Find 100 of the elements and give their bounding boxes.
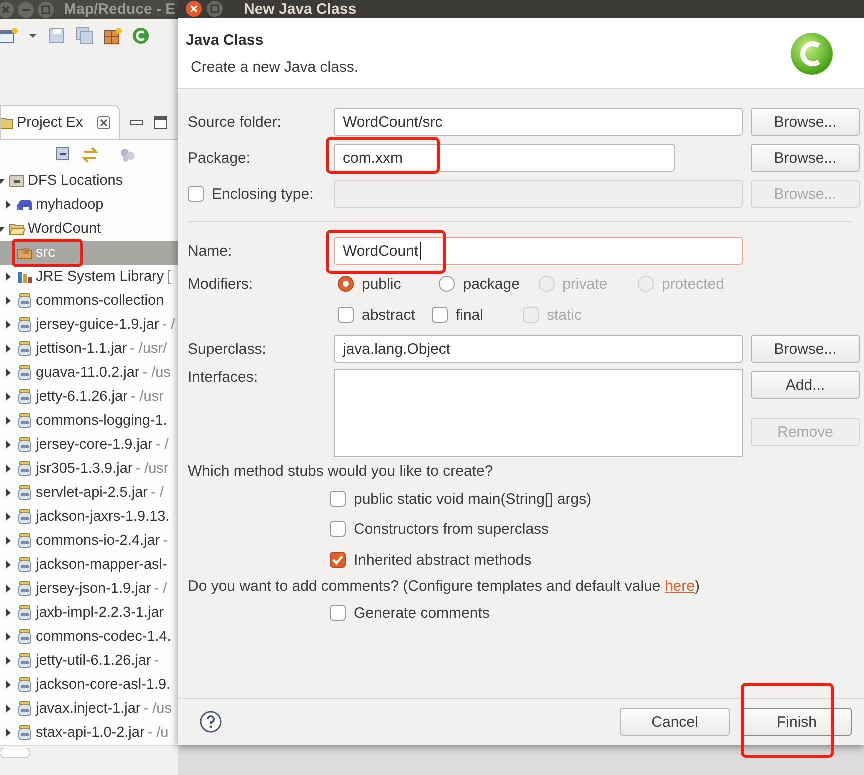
tree-item[interactable]: servlet-api-2.5.jar - / bbox=[0, 481, 178, 506]
question-text: Which method stubs would you like to create? bbox=[188, 462, 494, 482]
item-label: jersey-guice-1.9.jar bbox=[36, 317, 160, 334]
field-label: Name: bbox=[188, 242, 234, 260]
class-icon[interactable] bbox=[132, 27, 150, 46]
checkbox[interactable] bbox=[338, 307, 354, 323]
option-label: private bbox=[562, 276, 608, 292]
field-label: Interfaces: bbox=[188, 369, 260, 386]
tree-item[interactable]: stax-api-1.0-2.jar - /u bbox=[0, 721, 178, 746]
text-field[interactable]: WordCount bbox=[334, 237, 743, 265]
item-label: jersey-json-1.9.jar bbox=[36, 581, 152, 598]
item-path: - /usr/ bbox=[130, 341, 168, 358]
browse-button[interactable]: Browse... bbox=[751, 335, 860, 363]
tree-item[interactable]: myhadoop bbox=[0, 193, 178, 218]
item-label: commons-codec-1.4. bbox=[36, 629, 172, 646]
text-field[interactable]: java.lang.Object bbox=[334, 335, 743, 363]
checkbox[interactable] bbox=[432, 307, 448, 323]
tree-item[interactable]: javax.inject-1.jar - /us bbox=[0, 697, 178, 722]
tree-item[interactable]: commons-logging-1. bbox=[0, 409, 178, 434]
jar-icon bbox=[17, 293, 33, 310]
jar-icon bbox=[17, 533, 33, 550]
checkbox[interactable] bbox=[330, 552, 346, 568]
tree-item[interactable]: jackson-core-asl-1.9. bbox=[0, 673, 178, 698]
minimize-icon bbox=[18, 2, 34, 18]
jar-icon bbox=[17, 701, 33, 718]
list-button[interactable]: Add... bbox=[751, 371, 860, 399]
item-path: - /us bbox=[144, 701, 172, 718]
field-label: Enclosing type: bbox=[212, 186, 314, 202]
tree-item[interactable]: jettison-1.1.jar - /usr/ bbox=[0, 337, 178, 362]
jar-icon bbox=[17, 413, 33, 430]
view-tab[interactable]: Project Ex bbox=[0, 105, 120, 140]
close-icon[interactable] bbox=[186, 1, 202, 17]
dialog-button[interactable]: Finish bbox=[742, 708, 852, 736]
package-icon bbox=[17, 245, 33, 262]
option-label: public bbox=[362, 276, 402, 292]
item-label: guava-11.0.2.jar bbox=[36, 365, 140, 382]
item-path: - /usr bbox=[130, 389, 164, 406]
browse-button[interactable]: Browse... bbox=[751, 108, 860, 136]
text-field[interactable]: WordCount/src bbox=[334, 108, 743, 136]
jar-icon bbox=[17, 629, 33, 646]
item-path: - / bbox=[162, 317, 176, 334]
save-icon[interactable] bbox=[48, 27, 66, 46]
grid-icon[interactable] bbox=[104, 27, 122, 46]
tree-item[interactable]: jsr305-1.3.9.jar - /usr bbox=[0, 457, 178, 482]
radio-button[interactable] bbox=[338, 276, 354, 292]
option-label: package bbox=[463, 276, 520, 292]
jar-icon bbox=[17, 725, 33, 742]
maximize-icon[interactable] bbox=[154, 116, 168, 130]
class-icon bbox=[790, 32, 834, 76]
filter-icon bbox=[120, 146, 136, 163]
radio-button[interactable] bbox=[439, 276, 456, 292]
tree-item[interactable]: guava-11.0.2.jar - /us bbox=[0, 361, 178, 386]
jar-icon bbox=[17, 485, 33, 502]
tree-item[interactable]: jersey-guice-1.9.jar - / bbox=[0, 313, 178, 338]
checkbox[interactable] bbox=[330, 521, 346, 537]
item-path: - bbox=[163, 533, 168, 550]
tree-item[interactable]: jackson-jaxrs-1.9.13. bbox=[0, 505, 178, 530]
tree-item[interactable]: commons-io-2.4.jar - bbox=[0, 529, 178, 554]
tree-item[interactable]: JRE System Library [ bbox=[0, 265, 178, 290]
tree-item[interactable]: WordCount bbox=[0, 217, 178, 242]
tree-item[interactable]: jetty-util-6.1.26.jar - bbox=[0, 649, 178, 674]
page-heading: Java Class bbox=[186, 32, 265, 49]
window-title: Map/Reduce - E bbox=[64, 1, 176, 18]
jar-icon bbox=[17, 557, 33, 574]
item-path: [ bbox=[167, 269, 172, 286]
browse-button[interactable]: Browse... bbox=[751, 144, 860, 172]
option-label: protected bbox=[662, 276, 724, 292]
option-label: public static void main(String[] args) bbox=[354, 490, 592, 508]
new-window-icon[interactable] bbox=[0, 27, 18, 46]
close-icon[interactable] bbox=[97, 116, 112, 130]
item-path: - /us bbox=[142, 365, 171, 382]
tree-item[interactable]: jetty-6.1.26.jar - /usr bbox=[0, 385, 178, 410]
tree-item[interactable]: commons-collection bbox=[0, 289, 178, 314]
checkbox[interactable] bbox=[330, 605, 346, 621]
collapse-all-icon[interactable] bbox=[56, 146, 72, 163]
item-label: DFS Locations bbox=[28, 173, 124, 190]
dialog-button[interactable]: Cancel bbox=[620, 708, 730, 736]
item-label: servlet-api-2.5.jar bbox=[36, 485, 148, 502]
jar-icon bbox=[17, 509, 33, 526]
jar-icon bbox=[17, 605, 33, 622]
text-field[interactable]: com.xxm bbox=[334, 144, 675, 172]
tree-item[interactable]: commons-codec-1.4. bbox=[0, 625, 178, 650]
item-path: - / bbox=[151, 485, 164, 502]
tree-item[interactable]: jersey-core-1.9.jar - / bbox=[0, 433, 178, 458]
tree-item[interactable]: jackson-mapper-asl- bbox=[0, 553, 178, 578]
close-icon bbox=[0, 2, 14, 18]
item-label: jaxb-impl-2.2.3-1.jar bbox=[36, 605, 164, 622]
item-label: commons-logging-1. bbox=[36, 413, 168, 430]
question-text: Do you want to add comments? (Configure templates and default value here) bbox=[188, 577, 701, 597]
tree-item[interactable]: DFS Locations bbox=[0, 169, 178, 194]
item-label: jetty-6.1.26.jar bbox=[36, 389, 128, 406]
help-icon[interactable] bbox=[200, 711, 222, 733]
folder-icon bbox=[1, 116, 13, 130]
item-label: commons-collection bbox=[36, 293, 164, 310]
option-label: Inherited abstract methods bbox=[354, 552, 532, 568]
jar-icon bbox=[17, 341, 33, 358]
tree-item[interactable]: jersey-json-1.9.jar - / bbox=[0, 577, 178, 602]
checkbox[interactable] bbox=[330, 491, 346, 507]
tree-item[interactable]: jaxb-impl-2.2.3-1.jar bbox=[0, 601, 178, 626]
item-path: - bbox=[154, 653, 160, 670]
